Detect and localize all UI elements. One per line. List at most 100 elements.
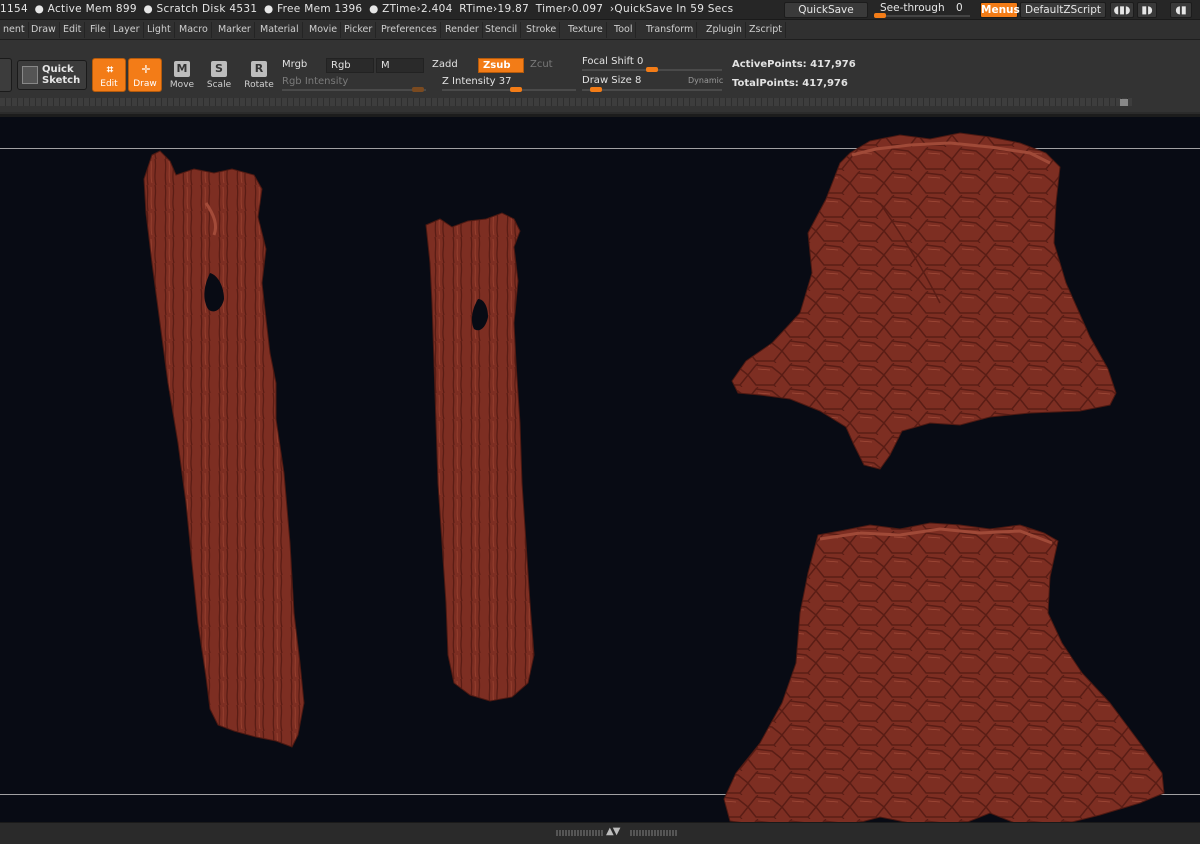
draw-mode-button[interactable]: ✛ Draw — [128, 58, 162, 92]
menu-item-macro[interactable]: Macro — [176, 22, 212, 38]
focal-shift-knob[interactable] — [646, 67, 658, 72]
status-item: ›QuickSave In 59 Secs — [609, 3, 734, 15]
status-item: ● Scratch Disk 4531 — [143, 3, 258, 15]
menu-item-picker[interactable]: Picker — [341, 22, 377, 38]
menu-item-marker[interactable]: Marker — [215, 22, 255, 38]
menu-item-material[interactable]: Material — [257, 22, 303, 38]
see-through-track[interactable] — [874, 13, 970, 18]
status-item: ● Active Mem 899 — [34, 3, 137, 15]
active-points-value: 417,976 — [810, 59, 856, 70]
z-intensity-value: 37 — [498, 76, 512, 87]
quick-sketch-label-line1: Quick — [42, 64, 74, 75]
scroll-right-icon[interactable]: ◖▮ — [1170, 2, 1192, 18]
edit-icon: ⌗ — [106, 63, 114, 76]
tray-grip-right[interactable] — [630, 830, 678, 836]
rgb-intensity-knob[interactable] — [412, 87, 424, 92]
sculpt-models — [143, 132, 1165, 822]
zadd-toggle[interactable]: Zadd — [428, 58, 474, 73]
status-item: RTime›19.87 — [459, 3, 530, 15]
scroll-left-icon[interactable]: ▮◗ — [1137, 2, 1157, 18]
menu-item-render[interactable]: Render — [442, 22, 483, 38]
menu-item-edit[interactable]: Edit — [60, 22, 86, 38]
edit-mode-label: Edit — [100, 79, 118, 89]
see-through-knob[interactable] — [874, 13, 886, 18]
memory-info: 1154 ● Active Mem 899 ● Scratch Disk 453… — [0, 3, 736, 15]
menu-item-zplugin[interactable]: Zplugin — [703, 22, 746, 38]
menu-item-stencil[interactable]: Stencil — [482, 22, 522, 38]
menu-item-draw[interactable]: Draw — [28, 22, 60, 38]
scale-icon: S — [211, 61, 227, 77]
move-mode-button[interactable]: M Move — [165, 58, 199, 92]
zsub-toggle[interactable]: Zsub — [478, 58, 524, 73]
menu-item-movie[interactable]: Movie — [306, 22, 342, 38]
projection-master-button[interactable] — [0, 58, 12, 92]
focal-shift-value: 0 — [637, 56, 644, 67]
shelf-scroll-strip[interactable] — [0, 98, 1132, 106]
menu-item-document[interactable]: nent — [0, 22, 29, 38]
menu-item-zscript[interactable]: Zscript — [746, 22, 786, 38]
total-points: TotalPoints: 417,976 — [732, 78, 848, 89]
dynamic-toggle[interactable]: Dynamic — [688, 76, 723, 85]
mrgb-toggle[interactable]: Mrgb — [278, 58, 322, 73]
draw-size-label: Draw Size — [582, 75, 632, 86]
rgb-intensity-label: Rgb Intensity — [282, 76, 349, 87]
status-item: ● ZTime›2.404 — [369, 3, 453, 15]
wood-plank-left — [143, 150, 305, 748]
menu-item-texture[interactable]: Texture — [565, 22, 607, 38]
quicksave-button[interactable]: QuickSave — [784, 2, 868, 18]
default-zscript-button[interactable]: DefaultZScript — [1020, 2, 1106, 18]
draw-icon: ✛ — [141, 63, 151, 76]
menu-item-layer[interactable]: Layer — [110, 22, 144, 38]
quick-sketch-label-line2: Sketch — [42, 75, 81, 86]
rotate-mode-button[interactable]: R Rotate — [242, 58, 276, 92]
see-through-slider[interactable]: See-through 0 — [872, 1, 972, 19]
quick-sketch-icon — [22, 66, 38, 84]
tray-grip-left[interactable] — [556, 830, 604, 836]
active-points-label: ActivePoints: — [732, 59, 807, 70]
status-bar: 1154 ● Active Mem 899 ● Scratch Disk 453… — [0, 0, 1200, 20]
menu-item-light[interactable]: Light — [144, 22, 175, 38]
zcut-toggle[interactable]: Zcut — [526, 58, 572, 73]
move-mode-label: Move — [169, 80, 195, 90]
shelf-scroll-handle[interactable] — [1120, 99, 1128, 106]
edit-mode-button[interactable]: ⌗ Edit — [92, 58, 126, 92]
z-intensity-slider[interactable]: Z Intensity 37 — [442, 76, 576, 92]
rgb-intensity-slider[interactable]: Rgb Intensity — [282, 76, 426, 92]
menu-bar: nent Draw Edit File Layer Light Macro Ma… — [0, 20, 1200, 40]
rgb-toggle[interactable]: Rgb — [326, 58, 374, 73]
see-through-label: See-through — [880, 2, 945, 14]
menu-item-transform[interactable]: Transform — [643, 22, 698, 38]
status-item: ● Free Mem 1396 — [263, 3, 363, 15]
palette-toggle-icon[interactable]: ◖▮◗ — [1110, 2, 1134, 18]
menu-item-stroke[interactable]: Stroke — [523, 22, 561, 38]
bottom-tray: ▲▼ — [0, 822, 1200, 844]
scale-mode-label: Scale — [206, 80, 232, 90]
z-intensity-label: Z Intensity — [442, 76, 496, 87]
draw-size-slider[interactable]: Draw Size 8 Dynamic — [582, 75, 723, 92]
viewport-canvas[interactable] — [0, 114, 1200, 822]
tree-stump-bottom — [723, 522, 1165, 822]
tree-stump-top — [731, 132, 1117, 470]
focal-shift-label: Focal Shift — [582, 56, 634, 67]
z-intensity-knob[interactable] — [510, 87, 522, 92]
quick-sketch-button[interactable]: Quick Sketch — [17, 60, 87, 90]
total-points-value: 417,976 — [802, 78, 848, 89]
menus-button[interactable]: Menus — [980, 2, 1020, 18]
status-item: 1154 — [0, 3, 28, 15]
draw-mode-label: Draw — [133, 79, 157, 89]
status-item: Timer›0.097 — [535, 3, 604, 15]
rotate-mode-label: Rotate — [244, 80, 274, 90]
total-points-label: TotalPoints: — [732, 78, 799, 89]
menu-item-file[interactable]: File — [87, 22, 110, 38]
wood-plank-middle — [425, 212, 535, 702]
draw-size-knob[interactable] — [590, 87, 602, 92]
menu-item-preferences[interactable]: Preferences — [378, 22, 441, 38]
scale-mode-button[interactable]: S Scale — [202, 58, 236, 92]
menu-item-tool[interactable]: Tool — [611, 22, 637, 38]
active-points: ActivePoints: 417,976 — [732, 59, 856, 70]
tray-toggle-icon[interactable]: ▲▼ — [606, 826, 620, 837]
m-toggle[interactable]: M — [376, 58, 424, 73]
focal-shift-slider[interactable]: Focal Shift 0 — [582, 56, 722, 72]
see-through-value: 0 — [956, 2, 963, 14]
draw-size-value: 8 — [635, 75, 642, 86]
